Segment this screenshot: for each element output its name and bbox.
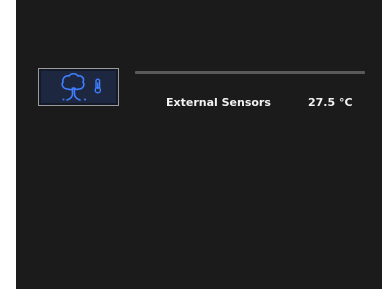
ground-dots <box>62 98 86 101</box>
tree-icon <box>61 72 85 101</box>
external-sensor-tile[interactable] <box>38 68 119 106</box>
divider-line <box>135 71 365 74</box>
display-screen: External Sensors 27.5 °C <box>16 0 382 289</box>
thermometer-icon <box>94 78 102 94</box>
external-sensors-label: External Sensors <box>166 96 271 109</box>
temperature-value: 27.5 °C <box>308 96 353 109</box>
